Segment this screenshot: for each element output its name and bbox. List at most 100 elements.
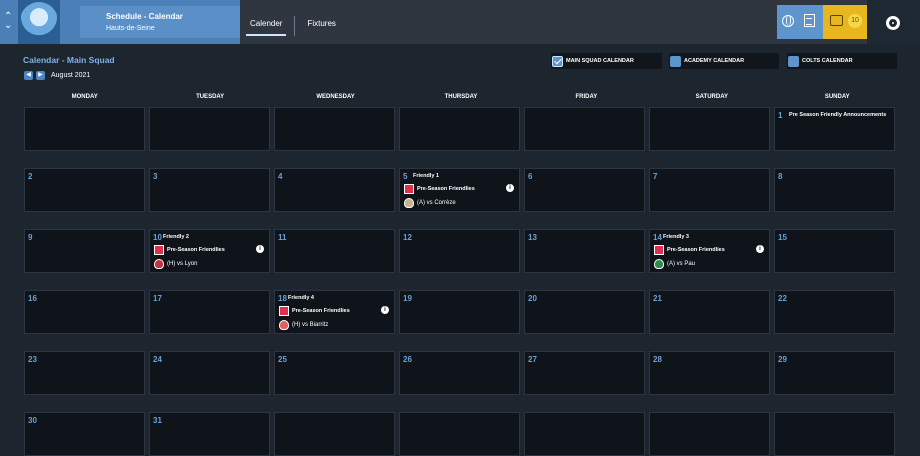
calendar-day-cell[interactable]: 24 [149,351,270,395]
inbox-panel[interactable]: 10 [823,5,867,39]
calendar-cell-empty [649,412,770,456]
calendar-cell-empty [24,107,145,151]
event-competition: Pre-Season Friendlies [404,184,475,194]
expand-collapse-icon[interactable]: ⌃ ⌄ [4,12,12,31]
info-icon[interactable]: i [506,184,514,192]
day-number: 17 [153,294,162,303]
calendar-day-cell[interactable]: 13 [524,229,645,273]
academy-toggle[interactable]: ACADEMY CALENDAR [669,53,779,69]
day-number: 4 [278,172,283,181]
weekday-label: MONDAY [71,94,98,100]
info-icon[interactable]: i [381,306,389,314]
calendar-day-cell[interactable]: 6 [524,168,645,212]
event-title[interactable]: Friendly 4 [288,295,314,301]
top-bar: ⌃ ⌄ Schedule - Calendar Hauts-de-Seine Ca… [0,0,920,44]
colts-toggle[interactable]: COLTS CALENDAR [787,53,897,69]
checkbox-checked-icon[interactable] [552,55,563,67]
calendar-day-cell[interactable]: 22 [774,290,895,334]
calendar-day-cell[interactable]: 8 [774,168,895,212]
calendar-day-cell[interactable]: 17 [149,290,270,334]
calendar-day-cell[interactable]: 26 [399,351,520,395]
academy-label: ACADEMY CALENDAR [684,58,745,64]
info-icon[interactable]: i [256,245,264,253]
top-right-actions: 10 [777,0,920,44]
weekday-label: THURSDAY [444,94,478,100]
calendar-day-cell[interactable]: 18 Friendly 4 Pre-Season Friendlies i (H… [274,290,395,334]
calendar-day-cell[interactable]: 16 [24,290,145,334]
competition-name: Pre-Season Friendlies [667,247,725,253]
calendar-day-cell[interactable]: 10 Friendly 2 Pre-Season Friendlies i (H… [149,229,270,273]
calendar-day-cell[interactable]: 28 [649,351,770,395]
calendar-cell-empty [399,412,520,456]
day-number: 25 [278,355,287,364]
calendar-cell-empty [774,412,895,456]
info-icon[interactable]: i [756,245,764,253]
calendar-cell-empty [274,412,395,456]
calendar-icon[interactable] [804,14,815,27]
globe-icon[interactable] [782,15,794,27]
event-title[interactable]: Friendly 1 [413,173,439,179]
day-number: 24 [153,355,162,364]
inbox-icon[interactable] [830,15,843,26]
calendar-day-cell[interactable]: 12 [399,229,520,273]
calendar-day-cell[interactable]: 23 [24,351,145,395]
day-number: 1 [778,111,783,120]
calendar-day-cell[interactable]: 1 Pre Season Friendly Announcements [774,107,895,151]
team-crest-icon [279,320,289,330]
announcement-label[interactable]: Pre Season Friendly Announcements [789,112,886,118]
next-month-button[interactable]: ▶ [36,71,45,80]
team-crest-icon [404,198,414,208]
event-title[interactable]: Friendly 2 [163,234,189,240]
calendar-day-cell[interactable]: 29 [774,351,895,395]
checkbox-unchecked-icon[interactable] [670,55,681,67]
gear-icon[interactable] [886,16,900,30]
main-squad-toggle[interactable]: MAIN SQUAD CALENDAR [551,53,662,69]
day-number: 3 [153,172,158,181]
calendar-day-cell[interactable]: 2 [24,168,145,212]
event-opponent: (A) vs Corrèze [404,198,456,208]
calendar-day-cell[interactable]: 15 [774,229,895,273]
tab-calender[interactable]: Calender [246,14,287,36]
calendar-day-cell[interactable]: 19 [399,290,520,334]
settings-panel [867,0,920,44]
calendar-day-cell[interactable]: 11 [274,229,395,273]
calendar-day-cell[interactable]: 14 Friendly 3 Pre-Season Friendlies i (A… [649,229,770,273]
opponent-label[interactable]: (A) vs Corrèze [417,200,456,206]
tab-fixtures[interactable]: Fixtures [303,14,339,36]
competition-logo-icon [654,245,664,255]
calendar-day-cell[interactable]: 3 [149,168,270,212]
calendar-cell-empty [524,412,645,456]
opponent-label[interactable]: (H) vs Lyon [167,261,197,267]
calendar-day-cell[interactable]: 7 [649,168,770,212]
day-number: 12 [403,233,412,242]
breadcrumb-title: Schedule - Calendar [106,12,183,21]
calendar-day-cell[interactable]: 30 [24,412,145,456]
competition-logo-icon [404,184,414,194]
event-competition: Pre-Season Friendlies [279,306,350,316]
calendar-day-cell[interactable]: 21 [649,290,770,334]
club-logo[interactable] [20,2,58,40]
team-crest-icon [654,259,664,269]
opponent-label[interactable]: (H) vs Biarritz [292,322,328,328]
day-number: 13 [528,233,537,242]
day-number: 18 [278,294,287,303]
prev-month-button[interactable]: ◀ [24,71,33,80]
calendar-day-cell[interactable]: 20 [524,290,645,334]
checkbox-unchecked-icon[interactable] [788,55,799,67]
calendar-day-cell[interactable]: 5 Friendly 1 Pre-Season Friendlies i (A)… [399,168,520,212]
calendar-day-cell[interactable]: 4 [274,168,395,212]
day-number: 15 [778,233,787,242]
day-number: 30 [28,416,37,425]
calendar-day-cell[interactable]: 25 [274,351,395,395]
calendar-day-cell[interactable]: 27 [524,351,645,395]
day-number: 16 [28,294,37,303]
calendar-cell-empty [274,107,395,151]
calendar-day-cell[interactable]: 31 [149,412,270,456]
day-number: 9 [28,233,33,242]
calendar-cell-empty [149,107,270,151]
calendar-day-cell[interactable]: 9 [24,229,145,273]
event-title[interactable]: Friendly 3 [663,234,689,240]
day-number: 21 [653,294,662,303]
opponent-label[interactable]: (A) vs Pau [667,261,695,267]
month-navigator: ◀ ▶ August 2021 [24,71,90,80]
